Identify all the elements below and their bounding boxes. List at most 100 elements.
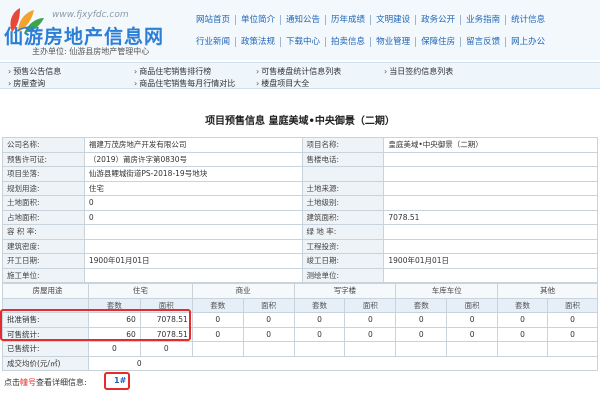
info-label: 绿 地 率:	[301, 224, 385, 240]
stats-row: 成交均价(元/㎡) 0	[2, 355, 599, 371]
stats-cell: 0	[344, 326, 397, 342]
menu-presale-notices[interactable]: 预售公告信息	[8, 66, 61, 77]
stats-sub-count: 套数	[395, 297, 448, 313]
info-label: 土地级别:	[301, 195, 385, 211]
stats-cell: 0	[191, 312, 244, 328]
info-value: 1900年01月01日	[83, 253, 303, 269]
info-value: 7078.51	[383, 209, 598, 225]
stats-cell: 0	[395, 312, 448, 328]
stats-usage-header: 房屋用途	[2, 283, 89, 299]
info-label: 公司名称:	[2, 137, 85, 153]
page-title: 项目预售信息 皇庭美域•中央御景（二期）	[205, 116, 395, 127]
info-value	[383, 151, 598, 167]
stats-cell: 0	[242, 326, 295, 342]
info-value: 住宅	[83, 180, 303, 196]
top-navigation: 网站首页 单位简介 通知公告 历年成绩 文明建设 政务公开 业务指南 统计信息 …	[191, 9, 597, 53]
info-label: 售楼电话:	[301, 151, 385, 167]
menu-daily-contracts[interactable]: 当日签约信息列表	[384, 66, 453, 77]
menu-sales-ranking[interactable]: 商品住宅销售排行榜	[134, 66, 211, 77]
stats-cell: 0	[242, 312, 295, 328]
nav-link-auction[interactable]: 拍卖信息	[326, 37, 372, 47]
stats-cell	[191, 341, 244, 357]
nav-link-news[interactable]: 行业新闻	[191, 37, 237, 47]
info-row: 建筑密度: 工程投资:	[2, 238, 598, 254]
site-url: www.fjxyfdc.com	[52, 10, 129, 20]
nav-link-guide[interactable]: 业务指南	[461, 15, 507, 25]
info-label: 测绘单位:	[301, 267, 385, 283]
lot-link-1[interactable]: 1#	[114, 376, 126, 385]
lot-detail-prompt: 点击幢号查看详细信息:	[4, 377, 87, 388]
info-label: 工程投资:	[301, 238, 385, 254]
stats-sub-area: 面积	[446, 297, 499, 313]
info-value: 0	[83, 209, 303, 225]
info-value	[83, 224, 303, 240]
stats-cell	[497, 341, 548, 357]
info-row: 公司名称: 福建万茂房地产开发有限公司 项目名称: 皇庭美域•中央御景（二期）	[2, 137, 598, 153]
nav-link-online-office[interactable]: 网上办公	[506, 37, 550, 47]
stats-cell	[395, 341, 448, 357]
stats-sub-area: 面积	[242, 297, 295, 313]
nav-link-home[interactable]: 网站首页	[191, 15, 237, 25]
lot-prompt-suffix: 查看详细信息:	[36, 378, 87, 387]
nav-link-notices[interactable]: 通知公告	[281, 15, 327, 25]
stats-cell	[547, 341, 598, 357]
info-label: 占地面积:	[2, 209, 85, 225]
lot-prompt-prefix: 点击	[4, 378, 20, 387]
info-row: 施工单位: 测绘单位:	[2, 267, 598, 283]
info-value: 仙游县鲤城街道PS-2018-19号地块	[83, 166, 303, 182]
nav-link-gov-affairs[interactable]: 政务公开	[416, 15, 462, 25]
info-row: 土地面积: 0 土地级别:	[2, 195, 598, 211]
stats-group-parking: 车库车位	[395, 283, 499, 299]
info-value: 福建万茂房地产开发有限公司	[83, 137, 303, 153]
info-label: 土地来源:	[301, 180, 385, 196]
info-value: 皇庭美域•中央御景（二期）	[383, 137, 598, 153]
info-value	[83, 267, 303, 283]
info-value	[383, 195, 598, 211]
stats-group-other: 其他	[497, 283, 598, 299]
stats-sub-count: 套数	[293, 297, 346, 313]
stats-row-label: 已售统计:	[2, 341, 89, 357]
nav-link-feedback[interactable]: 留言反馈	[461, 37, 507, 47]
info-label: 建筑密度:	[2, 238, 85, 254]
site-logo[interactable]: www.fjxyfdc.com 仙游房地产信息网 主办单位: 仙游县房地产管理中…	[4, 4, 179, 58]
info-label: 施工单位:	[2, 267, 85, 283]
stats-cell: 0	[344, 312, 397, 328]
stats-cell: 0	[446, 326, 499, 342]
stats-cell: 0	[395, 326, 448, 342]
menu-house-query[interactable]: 房屋查询	[8, 78, 45, 89]
stats-cell: 0	[547, 326, 598, 342]
nav-link-policy[interactable]: 政策法规	[236, 37, 282, 47]
info-label: 容 积 率:	[2, 224, 85, 240]
nav-link-downloads[interactable]: 下载中心	[281, 37, 327, 47]
stats-cell	[293, 341, 346, 357]
stats-group-office: 写字楼	[293, 283, 397, 299]
stats-group-residential: 住宅	[87, 283, 193, 299]
info-value	[83, 238, 303, 254]
stats-sub-area: 面积	[547, 297, 598, 313]
top-nav-row-1: 网站首页 单位简介 通知公告 历年成绩 文明建设 政务公开 业务指南 统计信息	[191, 9, 597, 31]
info-label: 规划用途:	[2, 180, 85, 196]
menu-available-stats[interactable]: 可售楼盘统计信息列表	[256, 66, 341, 77]
stats-sub-count: 套数	[497, 297, 548, 313]
info-label: 竣工日期:	[301, 253, 385, 269]
stats-sub-count: 套数	[191, 297, 244, 313]
info-value	[383, 180, 598, 196]
info-value: （2019）莆房许字第0830号	[83, 151, 303, 167]
nav-link-housing[interactable]: 保障住房	[416, 37, 462, 47]
nav-link-property-mgmt[interactable]: 物业管理	[371, 37, 417, 47]
menu-project-directory[interactable]: 楼盘项目大全	[256, 78, 309, 89]
menu-monthly-comparison[interactable]: 商品住宅销售每月行情对比	[134, 78, 235, 89]
site-sponsor: 主办单位: 仙游县房地产管理中心	[32, 47, 150, 56]
stats-group-commercial: 商业	[191, 283, 295, 299]
nav-link-history[interactable]: 历年成绩	[326, 15, 372, 25]
stats-group-header-row: 房屋用途 住宅 商业 写字楼 车库车位 其他	[2, 283, 598, 299]
info-row: 容 积 率: 绿 地 率:	[2, 224, 598, 240]
top-nav-row-2: 行业新闻 政策法规 下载中心 拍卖信息 物业管理 保障住房 留言反馈 网上办公	[191, 31, 597, 53]
info-row: 规划用途: 住宅 土地来源:	[2, 180, 598, 196]
nav-link-civilization[interactable]: 文明建设	[371, 15, 417, 25]
sub-menu-bar: 预售公告信息 商品住宅销售排行榜 可售楼盘统计信息列表 当日签约信息列表 房屋查…	[0, 62, 600, 89]
nav-link-statistics[interactable]: 统计信息	[506, 15, 550, 25]
info-label: 土地面积:	[2, 195, 85, 211]
nav-link-about[interactable]: 单位简介	[236, 15, 282, 25]
info-value	[383, 238, 598, 254]
